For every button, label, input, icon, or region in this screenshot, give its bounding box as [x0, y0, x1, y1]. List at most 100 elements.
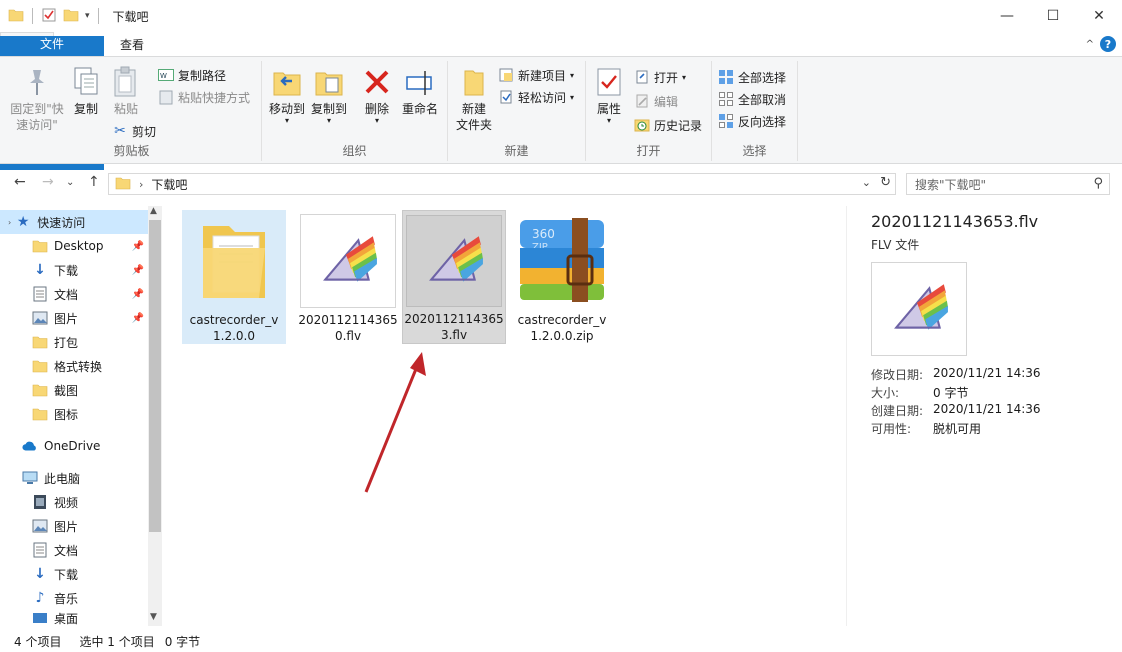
search-icon: ⚲ [1093, 176, 1103, 191]
paste-shortcut-button[interactable]: 粘贴快捷方式 [158, 87, 250, 107]
properties-icon [593, 65, 625, 99]
nav-item-pictures[interactable]: 图片 📌 [0, 306, 148, 330]
address-dropdown-icon[interactable]: ⌄ [862, 176, 871, 189]
folder-icon [32, 382, 48, 398]
video-icon [32, 494, 48, 510]
svg-text:W: W [160, 72, 167, 80]
help-icon[interactable]: ? [1100, 36, 1116, 52]
copy-path-button[interactable]: W 复制路径 [158, 65, 226, 85]
copy-to-icon [313, 65, 345, 99]
nav-pc-music[interactable]: ♪ 音乐 [0, 586, 148, 610]
group-select: 全部选择 全部取消 反向选择 选择 [712, 61, 798, 161]
status-selection: 选中 1 个项目 0 字节 [79, 634, 201, 649]
copy-path-icon: W [158, 67, 174, 83]
file-list: castrecorder_v1.2.0.0 20201121143650.flv… [170, 206, 840, 626]
folder-icon [32, 406, 48, 422]
address-row: ← → ⌄ ↑ › 下载吧 ⌄ ↻ 搜索"下载吧" ⚲ [0, 170, 1122, 198]
nav-scrollbar[interactable]: ▲ ▼ [148, 206, 162, 626]
pin-icon [21, 65, 53, 99]
recent-locations-chevron-icon[interactable]: ⌄ [66, 177, 74, 188]
move-to-icon [271, 65, 303, 99]
expand-chevron-icon[interactable]: › [8, 218, 11, 227]
group-label-open: 打开 [636, 144, 661, 158]
copy-button[interactable]: 复制 [68, 65, 104, 117]
minimize-button[interactable]: — [984, 0, 1030, 32]
nav-quick-access[interactable]: › ★ 快速访问 [0, 210, 148, 234]
window-title: 下载吧 [112, 9, 149, 24]
star-icon: ★ [16, 214, 30, 230]
easy-access-icon [498, 89, 514, 105]
search-input[interactable]: 搜索"下载吧" ⚲ [906, 173, 1110, 195]
quick-access-dropdown-icon[interactable]: ▾ [85, 11, 90, 21]
folder-icon [8, 7, 24, 26]
refresh-icon[interactable]: ↻ [880, 175, 891, 190]
nav-item-screenshots[interactable]: 截图 [0, 378, 148, 402]
select-all-button[interactable]: 全部选择 [718, 67, 786, 87]
select-none-button[interactable]: 全部取消 [718, 89, 786, 109]
nav-pc-downloads[interactable]: ↓ 下载 [0, 562, 148, 586]
folder-icon [32, 238, 48, 254]
invert-selection-button[interactable]: 反向选择 [718, 111, 786, 131]
nav-item-icons[interactable]: 图标 [0, 402, 148, 426]
nav-pc-documents[interactable]: 文档 [0, 538, 148, 562]
scroll-up-icon[interactable]: ▲ [150, 206, 157, 216]
cloud-icon [22, 438, 38, 454]
up-arrow-icon[interactable]: ↑ [88, 174, 100, 190]
cut-button[interactable]: ✂ 剪切 [112, 121, 156, 141]
computer-icon [22, 470, 38, 486]
nav-pc-desktop[interactable]: 桌面 [0, 610, 148, 626]
new-folder-quick-icon[interactable] [63, 7, 79, 26]
easy-access-button[interactable]: 轻松访问 ▾ [498, 87, 574, 107]
picture-icon [32, 310, 48, 326]
group-label-select: 选择 [742, 144, 767, 158]
breadcrumb[interactable]: 下载吧 [151, 176, 187, 193]
nav-pc-pictures[interactable]: 图片 [0, 514, 148, 538]
paste-button[interactable]: 粘贴 [108, 65, 144, 117]
tab-view[interactable]: 查看 [106, 32, 158, 56]
file-item-folder[interactable]: castrecorder_v1.2.0.0 [182, 210, 286, 344]
nav-item-pack[interactable]: 打包 [0, 330, 148, 354]
pin-quick-access-button[interactable]: 固定到"快速访问" [6, 65, 68, 133]
svg-text:360: 360 [532, 227, 555, 241]
preview-row-availability: 可用性: 脱机可用 [871, 422, 982, 436]
nav-item-desktop[interactable]: Desktop 📌 [0, 234, 148, 258]
group-new: 新建 文件夹 新建项目 ▾ 轻松访问 ▾ 新建 [448, 61, 586, 161]
properties-quick-icon[interactable] [41, 7, 57, 26]
rename-button[interactable]: 重命名 [398, 65, 442, 117]
scroll-thumb[interactable] [149, 220, 161, 532]
edit-button[interactable]: 编辑 [634, 91, 678, 111]
breadcrumb-chevron-icon[interactable]: › [139, 178, 143, 191]
new-item-button[interactable]: 新建项目 ▾ [498, 65, 574, 85]
scissors-icon: ✂ [114, 123, 126, 139]
copy-to-button[interactable]: 复制到 ▾ [308, 65, 350, 125]
history-icon [634, 117, 650, 133]
new-folder-button[interactable]: 新建 文件夹 [452, 65, 496, 133]
properties-button[interactable]: 属性 ▾ [592, 65, 626, 125]
nav-item-format-convert[interactable]: 格式转换 [0, 354, 148, 378]
move-to-button[interactable]: 移动到 ▾ [266, 65, 308, 125]
address-bar[interactable]: › 下载吧 ⌄ ↻ [108, 173, 896, 195]
history-button[interactable]: 历史记录 [634, 115, 702, 135]
picture-icon [32, 518, 48, 534]
back-arrow-icon[interactable]: ← [14, 174, 26, 190]
invert-selection-icon [718, 113, 734, 129]
close-button[interactable]: ✕ [1076, 0, 1122, 32]
nav-pc-videos[interactable]: 视频 [0, 490, 148, 514]
delete-button[interactable]: 删除 ▾ [360, 65, 394, 125]
forward-arrow-icon[interactable]: → [42, 174, 54, 190]
file-item-zip[interactable]: 360 ZIP castrecorder_v1.2.0.0.zip [510, 210, 614, 344]
nav-this-pc[interactable]: 此电脑 [0, 466, 148, 490]
nav-onedrive[interactable]: OneDrive [0, 434, 148, 458]
pin-icon: 📌 [131, 240, 144, 252]
maximize-button[interactable]: ☐ [1030, 0, 1076, 32]
open-button[interactable]: 打开 ▾ [634, 67, 686, 87]
ribbon-expand-icon[interactable]: ^ [1086, 39, 1094, 50]
nav-item-documents[interactable]: 文档 📌 [0, 282, 148, 306]
scroll-down-icon[interactable]: ▼ [150, 612, 157, 622]
nav-item-downloads[interactable]: ↓ 下载 📌 [0, 258, 148, 282]
paste-shortcut-icon [158, 89, 174, 105]
folder-icon [115, 175, 131, 194]
file-item-flv-1[interactable]: 20201121143650.flv [296, 210, 400, 344]
file-item-flv-2[interactable]: 20201121143653.flv [402, 210, 506, 344]
status-bar: 4 个项目 选中 1 个项目 0 字节 [0, 630, 1122, 652]
